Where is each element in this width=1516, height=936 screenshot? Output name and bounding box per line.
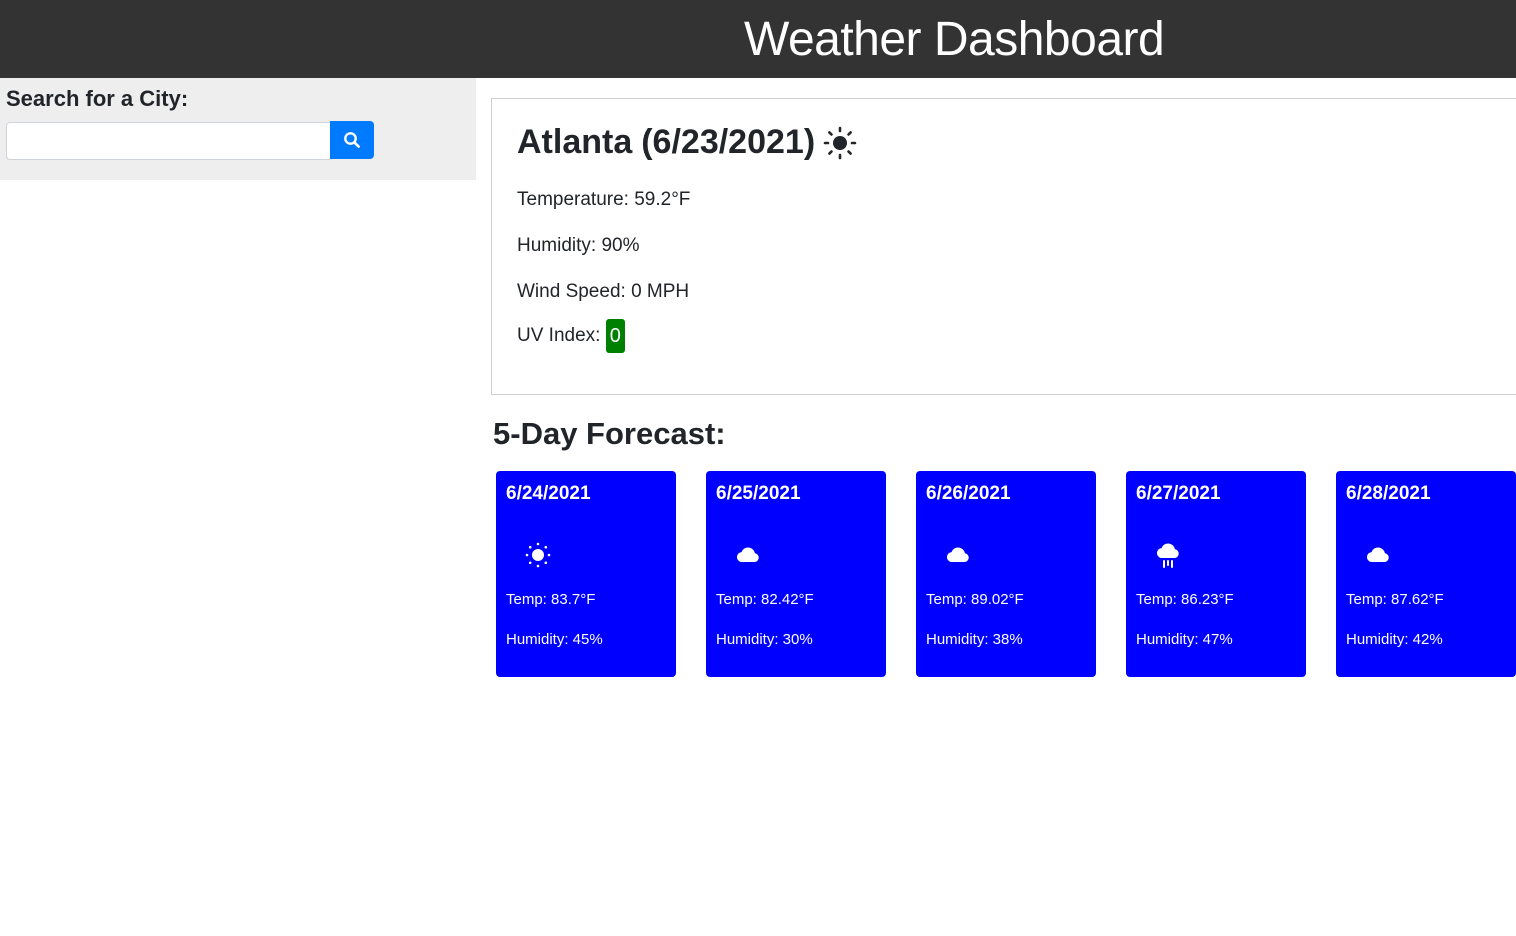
forecast-date: 6/27/2021 <box>1136 483 1221 504</box>
top-bar: Weather Dashboard <box>0 0 1516 78</box>
forecast-card: 6/26/2021 Temp: 89.02°F Humidity: 38% <box>916 471 1096 677</box>
search-panel: Search for a City: <box>0 78 476 180</box>
forecast-temp: Temp: 89.02°F <box>926 591 1024 608</box>
forecast-temp: Temp: 83.7°F <box>506 591 596 608</box>
current-city-heading: Atlanta (6/23/2021) <box>517 123 857 162</box>
forecast-humidity: Humidity: 38% <box>926 631 1023 648</box>
forecast-heading: 5-Day Forecast: <box>493 416 726 451</box>
search-button[interactable] <box>330 121 374 159</box>
uv-index-badge: 0 <box>605 319 625 353</box>
current-wind-speed: Wind Speed: 0 MPH <box>517 281 690 302</box>
forecast-humidity: Humidity: 47% <box>1136 631 1233 648</box>
forecast-date: 6/25/2021 <box>716 483 801 504</box>
cloud-icon <box>944 541 972 569</box>
current-uv-index: UV Index: 0 <box>517 319 625 353</box>
forecast-date: 6/26/2021 <box>926 483 1011 504</box>
forecast-date: 6/28/2021 <box>1346 483 1431 504</box>
rain-cloud-icon <box>1154 541 1182 569</box>
search-icon <box>343 131 361 149</box>
forecast-date: 6/24/2021 <box>506 483 591 504</box>
forecast-card: 6/28/2021 Temp: 87.62°F Humidity: 42% <box>1336 471 1516 677</box>
current-city-name: Atlanta <box>517 123 633 161</box>
current-weather-panel: Atlanta (6/23/2021) Temperature: 59.2°F … <box>491 98 1516 395</box>
forecast-card: 6/27/2021 Temp: 86.23°F Humidity: 47% <box>1126 471 1306 677</box>
forecast-temp: Temp: 82.42°F <box>716 591 814 608</box>
current-temperature: Temperature: 59.2°F <box>517 189 691 210</box>
sun-icon <box>524 541 552 569</box>
forecast-temp: Temp: 86.23°F <box>1136 591 1234 608</box>
forecast-card: 6/24/2021 Temp: 83.7°F Humidity: 45% <box>496 471 676 677</box>
cloud-icon <box>734 541 762 569</box>
cloud-icon <box>1364 541 1392 569</box>
forecast-temp: Temp: 87.62°F <box>1346 591 1444 608</box>
city-search-input[interactable] <box>6 122 331 160</box>
forecast-humidity: Humidity: 42% <box>1346 631 1443 648</box>
current-humidity: Humidity: 90% <box>517 235 640 256</box>
uv-index-label: UV Index: <box>517 325 601 347</box>
forecast-card: 6/25/2021 Temp: 82.42°F Humidity: 30% <box>706 471 886 677</box>
search-label: Search for a City: <box>6 86 189 111</box>
forecast-humidity: Humidity: 30% <box>716 631 813 648</box>
forecast-humidity: Humidity: 45% <box>506 631 603 648</box>
current-date: (6/23/2021) <box>641 123 816 161</box>
sun-icon <box>823 126 857 160</box>
page-title: Weather Dashboard <box>744 13 1165 66</box>
